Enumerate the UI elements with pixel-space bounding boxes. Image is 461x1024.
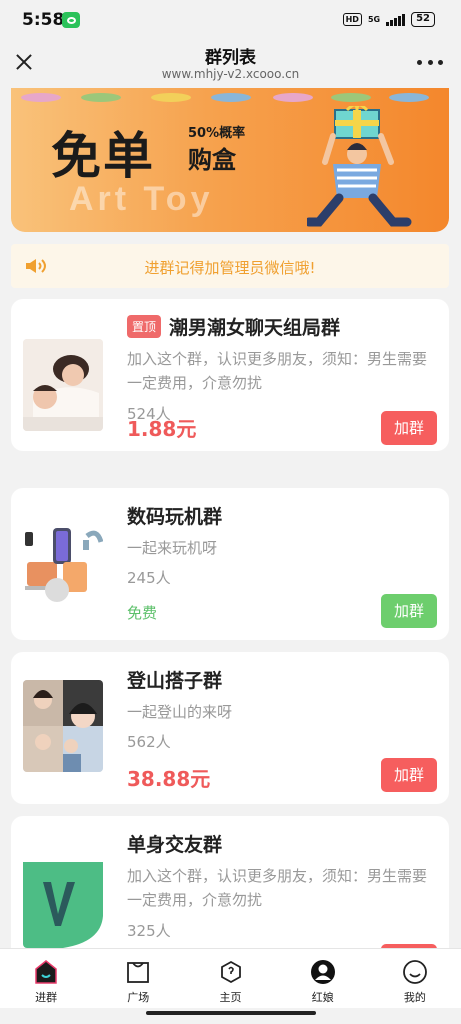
group-price: 38.88元 (127, 767, 211, 791)
signal-icon (386, 13, 406, 26)
group-title: 登山搭子群 (127, 670, 223, 692)
group-thumbnail (23, 680, 103, 772)
group-card[interactable]: 登山搭子群 一起登山的来呀 562人 38.88元 加群 (11, 652, 449, 804)
notice-text: 进群记得加管理员微信哦! (144, 259, 316, 277)
group-card[interactable]: 置顶 潮男潮女聊天组局群 加入这个群，认识更多朋友，须知：男生需要一定费用，介意… (11, 299, 449, 451)
home-cube-icon (220, 960, 241, 984)
tab-label: 主页 (219, 991, 242, 1004)
join-group-button[interactable]: 加群 (381, 758, 437, 792)
notice-bar: 进群记得加管理员微信哦! (11, 244, 449, 288)
gift-person-illustration (307, 106, 412, 227)
nav-bar: 群列表 www.mhjy-v2.xcooo.cn (0, 40, 461, 88)
tab-label: 广场 (127, 991, 150, 1004)
status-indicators: HD 5G 52 (342, 12, 435, 27)
wechat-icon (62, 12, 80, 28)
status-bar: 5:58 HD 5G 52 (0, 0, 461, 40)
group-price: 免费 (127, 604, 158, 622)
member-count: 325人 (127, 922, 171, 940)
member-count: 245人 (127, 569, 171, 587)
group-thumbnail (23, 856, 103, 948)
banner-subtitle: 购盒 (188, 146, 236, 174)
promo-banner[interactable]: 免单 50%概率 购盒 Art Toy (11, 88, 449, 232)
join-group-button[interactable]: 加群 (381, 411, 437, 445)
tab-label: 红娘 (311, 991, 334, 1004)
matchmaker-icon (310, 960, 335, 984)
pinned-badge: 置顶 (127, 315, 162, 338)
tab-label: 进群 (35, 991, 58, 1004)
group-title: 数码玩机群 (127, 506, 223, 528)
group-title: 单身交友群 (127, 834, 223, 856)
tab-matchmaker[interactable]: 红娘 (277, 949, 369, 1008)
profile-smile-icon (403, 960, 427, 984)
tab-profile[interactable]: 我的 (369, 949, 461, 1008)
group-card[interactable]: 数码玩机群 一起来玩机呀 245人 免费 加群 (11, 488, 449, 640)
join-group-button[interactable]: 加群 (381, 594, 437, 628)
group-title-row: 登山搭子群 (127, 666, 222, 693)
status-time: 5:58 (22, 10, 65, 30)
banner-decor-dots (11, 90, 449, 104)
group-description: 加入这个群，认识更多朋友，须知：男生需要一定费用，介意勿扰 (127, 350, 428, 392)
group-price: 1.88元 (127, 417, 197, 441)
group-description: 一起来玩机呀 (127, 539, 218, 557)
group-card[interactable]: 单身交友群 加入这个群，认识更多朋友，须知：男生需要一定费用，介意勿扰 325人… (11, 816, 449, 948)
group-title-row: 数码玩机群 (127, 502, 222, 529)
banner-rate: 50%概率 (188, 126, 246, 141)
banner-art-text: Art Toy (69, 180, 214, 218)
group-description: 加入这个群，认识更多朋友，须知：男生需要一定费用，介意勿扰 (127, 867, 428, 909)
home-indicator[interactable] (146, 1011, 316, 1015)
tab-home[interactable]: 主页 (184, 949, 276, 1008)
join-group-icon (35, 960, 57, 984)
group-list-content: 免单 50%概率 购盒 Art Toy 进群记得加管理员微信哦! 置顶 潮男潮女… (0, 88, 461, 948)
group-title-row: 单身交友群 (127, 830, 222, 857)
page-url: www.mhjy-v2.xcooo.cn (161, 67, 300, 81)
group-thumbnail (23, 339, 103, 431)
page-title: 群列表 (205, 48, 256, 68)
banner-headline: 免单 (51, 127, 155, 185)
group-title-row: 置顶 潮男潮女聊天组局群 (127, 313, 340, 340)
square-bag-icon (127, 962, 150, 983)
tab-square[interactable]: 广场 (92, 949, 184, 1008)
group-thumbnail (23, 522, 103, 614)
group-description: 一起登山的来呀 (127, 703, 233, 721)
more-icon[interactable] (417, 57, 443, 67)
tab-label: 我的 (403, 991, 426, 1004)
bottom-tab-bar: 进群 广场 主页 红娘 我的 (0, 948, 461, 1008)
member-count: 562人 (127, 733, 171, 751)
tab-join-group[interactable]: 进群 (0, 949, 92, 1008)
battery-icon: 52 (411, 12, 435, 27)
hd-icon: HD (342, 13, 362, 26)
group-title: 潮男潮女聊天组局群 (169, 317, 341, 339)
network-type: 5G (367, 14, 381, 24)
